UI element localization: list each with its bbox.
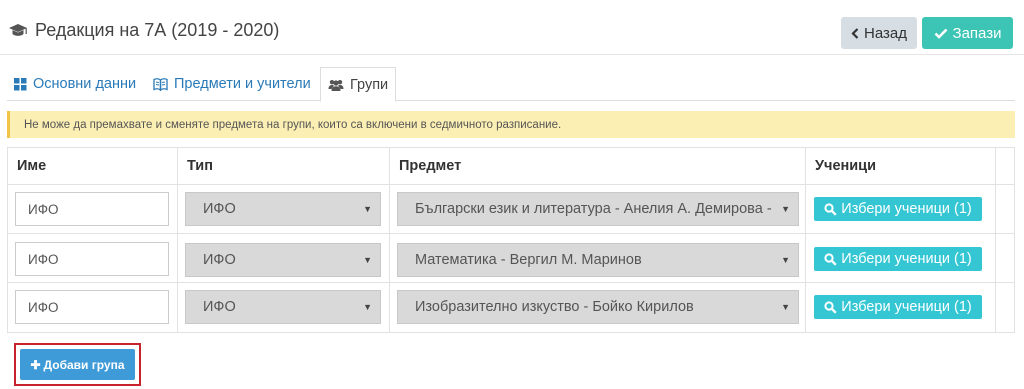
column-header-type: Тип [178,148,390,185]
dropdown-arrow-icon: ▼ [363,302,372,312]
group-name-input[interactable]: ИФО [15,192,169,226]
tab-bar: Основни данни Предмети и учители Групи [7,67,1015,102]
book-icon [153,77,168,91]
group-subject-value: Математика - Вергил М. Маринов [415,252,642,268]
group-subject-select[interactable]: Изобразително изкуство - Бойко Кирилов ▼ [397,290,799,324]
group-subject-value: Изобразително изкуство - Бойко Кирилов [415,299,694,315]
column-divider [389,148,390,332]
select-students-button[interactable]: Избери ученици (1) [814,197,982,221]
save-button-label: Запази [952,24,1002,42]
tab-groups[interactable]: Групи [320,67,397,102]
back-button[interactable]: Назад [841,17,917,49]
dropdown-arrow-icon: ▼ [363,204,372,214]
group-type-value: ИФО [203,201,236,217]
select-students-label: Избери ученици (1) [841,251,972,267]
check-icon [934,28,948,39]
graduation-cap-icon [9,23,27,36]
tab-subjects-teachers-label: Предмети и учители [174,76,311,92]
group-name-input[interactable]: ИФО [15,242,169,276]
search-icon [824,202,837,216]
tab-main-data-label: Основни данни [33,76,137,92]
tab-subjects-teachers[interactable]: Предмети и учители [146,67,318,101]
column-header-students: Ученици [806,148,996,185]
back-button-label: Назад [864,24,907,42]
column-header-name: Име [8,148,178,185]
table-row: ИФО ИФО ▼ Изобразително изкуство - Бойко… [8,283,1014,332]
tab-main-data[interactable]: Основни данни [7,67,143,101]
tab-groups-label: Групи [350,76,389,93]
select-students-label: Избери ученици (1) [841,201,972,217]
dropdown-arrow-icon: ▼ [781,255,790,265]
page-header: Редакция на 7А (2019 - 2020) Назад Запаз… [0,0,1024,55]
search-icon [824,252,837,266]
group-type-select[interactable]: ИФО ▼ [185,290,381,324]
group-subject-select[interactable]: Български език и литература - Анелия А. … [397,192,799,226]
group-type-select[interactable]: ИФО ▼ [185,192,381,226]
dropdown-arrow-icon: ▼ [781,204,790,214]
add-group-button[interactable]: ✚ Добави група [20,349,135,380]
table-row: ИФО ИФО ▼ Математика - Вергил М. Маринов… [8,234,1014,283]
column-divider [995,148,996,332]
group-type-value: ИФО [203,299,236,315]
plus-icon: ✚ [30,357,41,372]
select-students-label: Избери ученици (1) [841,299,972,315]
group-name-input[interactable]: ИФО [15,290,169,324]
save-button[interactable]: Запази [922,17,1013,49]
add-group-label: Добави група [43,357,125,372]
table-row: ИФО ИФО ▼ Български език и литература - … [8,185,1014,234]
chevron-left-icon [851,27,859,39]
group-subject-value: Български език и литература - Анелия А. … [415,201,772,217]
column-divider [177,148,178,332]
add-group-highlight: ✚ Добави група [14,343,141,386]
dropdown-arrow-icon: ▼ [781,302,790,312]
groups-table: Име Тип Предмет Ученици ИФО ИФО ▼ Българ… [7,147,1015,333]
users-icon [328,79,344,91]
dropdown-arrow-icon: ▼ [363,255,372,265]
page-title-text: Редакция на 7А (2019 - 2020) [35,20,280,40]
column-divider [805,148,806,332]
page-title: Редакция на 7А (2019 - 2020) [8,20,279,41]
group-subject-select[interactable]: Математика - Вергил М. Маринов ▼ [397,243,799,277]
select-students-button[interactable]: Избери ученици (1) [814,247,982,271]
column-header-subject: Предмет [390,148,806,185]
group-type-value: ИФО [203,252,236,268]
select-students-button[interactable]: Избери ученици (1) [814,295,982,319]
warning-alert: Не може да премахвате и сменяте предмета… [7,111,1015,138]
search-icon [824,300,837,314]
column-header-spacer [996,148,1014,185]
grid-icon [14,77,27,90]
group-type-select[interactable]: ИФО ▼ [185,243,381,277]
